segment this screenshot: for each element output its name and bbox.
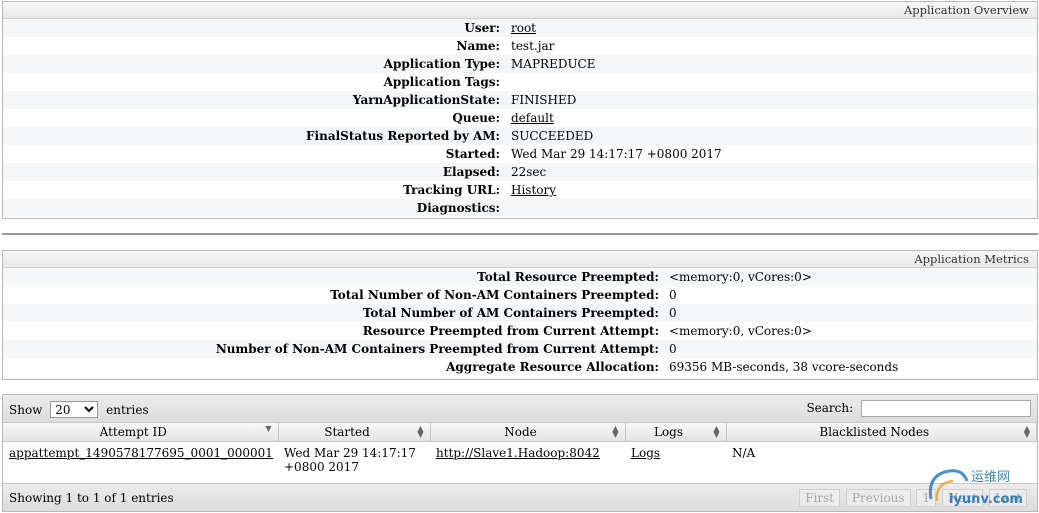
section-divider <box>2 233 1038 235</box>
show-label: Show <box>9 403 43 417</box>
info-label: FinalStatus Reported by AM: <box>306 129 500 143</box>
info-label: User: <box>464 21 500 35</box>
application-overview-info: User: root Name: test.jar Application Type: M… <box>3 19 1037 217</box>
table-header-row: Attempt ID ▼ Started ▲ ▼ Node ▲ ▼ Logs ▲ ▼ Blac… <box>3 423 1037 442</box>
info-row: Application Tags: <box>3 73 1037 91</box>
sort-both-icon: ▲ ▼ <box>713 424 720 439</box>
info-label: YarnApplicationState: <box>352 93 500 107</box>
info-row: Diagnostics: <box>3 199 1037 217</box>
logs-link[interactable]: Logs <box>631 446 660 460</box>
attempts-table: Attempt ID ▼ Started ▲ ▼ Node ▲ ▼ Logs ▲ ▼ Blac… <box>3 423 1037 478</box>
info-value-link[interactable]: History <box>511 181 556 199</box>
site-watermark: 运维网 iyunv.com <box>928 469 1023 507</box>
application-metrics-panel: Application Metrics Total Resource Preem… <box>2 250 1038 380</box>
info-label: Total Number of Non-AM Containers Preemp… <box>330 288 659 302</box>
started-cell: Wed Mar 29 14:17:17 +0800 2017 <box>284 445 416 474</box>
column-header-label: Node <box>504 424 537 439</box>
info-value: 22sec <box>511 165 547 179</box>
attempt-id-link[interactable]: appattempt_1490578177695_0001_000001 <box>9 446 273 460</box>
node-link[interactable]: http://Slave1.Hadoop:8042 <box>436 446 600 460</box>
info-row: FinalStatus Reported by AM: SUCCEEDED <box>3 127 1037 145</box>
column-header-blacklisted-nodes[interactable]: Blacklisted Nodes ▲ ▼ <box>726 423 1037 442</box>
info-label: Started: <box>445 147 500 161</box>
info-row: User: root <box>3 19 1037 37</box>
info-value: FINISHED <box>511 93 577 107</box>
info-value-link[interactable]: root <box>511 19 536 37</box>
column-header-label: Started <box>324 424 370 439</box>
info-label: Elapsed: <box>442 165 500 179</box>
info-value: <memory:0, vCores:0> <box>669 270 812 284</box>
sort-both-icon: ▲ ▼ <box>612 424 619 439</box>
sort-desc-icon: ▼ <box>265 424 272 433</box>
info-row: YarnApplicationState: FINISHED <box>3 91 1037 109</box>
info-row: Total Number of Non-AM Containers Preemp… <box>3 286 1037 304</box>
column-header-attempt-id[interactable]: Attempt ID ▼ <box>3 423 279 442</box>
info-value: 69356 MB-seconds, 38 vcore-seconds <box>669 360 899 374</box>
table-info: Showing 1 to 1 of 1 entries <box>9 491 174 505</box>
info-value: test.jar <box>511 39 555 53</box>
info-row: Started: Wed Mar 29 14:17:17 +0800 2017 <box>3 145 1037 163</box>
info-row: Name: test.jar <box>3 37 1037 55</box>
info-label: Aggregate Resource Allocation: <box>446 360 659 374</box>
info-value: 0 <box>669 306 677 320</box>
column-header-label: Logs <box>653 424 684 439</box>
search-control: Search: <box>806 400 1031 417</box>
info-row: Tracking URL: History <box>3 181 1037 199</box>
info-value-link[interactable]: default <box>511 109 554 127</box>
entries-label: entries <box>106 403 149 417</box>
watermark-cn: 运维网 <box>971 470 1010 485</box>
application-overview-title: Application Overview <box>3 2 1037 19</box>
attempts-table-panel: Show 20 entries Search: Attempt ID ▼ Star… <box>2 394 1038 512</box>
column-header-node[interactable]: Node ▲ ▼ <box>430 423 626 442</box>
table-toolbar: Show 20 entries Search: <box>3 395 1037 423</box>
info-value: Wed Mar 29 14:17:17 +0800 2017 <box>511 147 722 161</box>
info-label: Queue: <box>452 111 500 125</box>
search-input[interactable] <box>861 400 1031 417</box>
table-footer: Showing 1 to 1 of 1 entries First Previo… <box>3 483 1037 511</box>
application-overview-panel: Application Overview User: root Name: test.… <box>2 1 1038 219</box>
info-label: Total Number of AM Containers Preempted: <box>362 306 659 320</box>
info-row: Queue: default <box>3 109 1037 127</box>
info-value: SUCCEEDED <box>511 129 594 143</box>
column-header-started[interactable]: Started ▲ ▼ <box>278 423 431 442</box>
logs-cell: Logs <box>625 441 726 478</box>
info-label: Number of Non-AM Containers Preempted fr… <box>215 342 659 356</box>
info-value: 0 <box>669 342 677 356</box>
info-label: Resource Preempted from Current Attempt: <box>362 324 659 338</box>
info-row: Number of Non-AM Containers Preempted fr… <box>3 340 1037 358</box>
node-cell: http://Slave1.Hadoop:8042 <box>430 441 625 478</box>
attempt-id-cell: appattempt_1490578177695_0001_000001 <box>3 441 278 478</box>
search-label: Search: <box>806 401 854 415</box>
info-value: <memory:0, vCores:0> <box>669 324 812 338</box>
info-row: Application Type: MAPREDUCE <box>3 55 1037 73</box>
page-length-select[interactable]: 20 <box>50 401 99 418</box>
info-label: Application Type: <box>383 57 500 71</box>
column-header-logs[interactable]: Logs ▲ ▼ <box>625 423 727 442</box>
first-page-button[interactable]: First <box>799 489 841 507</box>
info-label: Application Tags: <box>383 75 500 89</box>
info-row: Resource Preempted from Current Attempt:… <box>3 322 1037 340</box>
previous-page-button[interactable]: Previous <box>845 489 911 507</box>
column-header-label: Blacklisted Nodes <box>819 424 930 439</box>
application-metrics-info: Total Resource Preempted: <memory:0, vCor… <box>3 268 1037 376</box>
sort-both-icon: ▲ ▼ <box>417 424 424 439</box>
info-value: MAPREDUCE <box>511 57 596 71</box>
watermark-url: iyunv.com <box>949 492 1023 507</box>
info-label: Total Resource Preempted: <box>477 270 659 284</box>
info-label: Diagnostics: <box>416 201 500 215</box>
sort-both-icon: ▲ ▼ <box>1023 424 1030 439</box>
info-row: Elapsed: 22sec <box>3 163 1037 181</box>
info-row: Aggregate Resource Allocation: 69356 MB-s… <box>3 358 1037 376</box>
application-metrics-title: Application Metrics <box>3 251 1037 268</box>
info-row: Total Number of AM Containers Preempted:… <box>3 304 1037 322</box>
info-row: Total Resource Preempted: <memory:0, vCor… <box>3 268 1037 286</box>
info-value: 0 <box>669 288 677 302</box>
table-row: appattempt_1490578177695_0001_000001 Wed… <box>3 441 1037 478</box>
column-header-label: Attempt ID <box>99 424 167 439</box>
page-length-control: Show 20 entries <box>9 401 149 418</box>
info-label: Tracking URL: <box>403 183 500 197</box>
info-label: Name: <box>456 39 500 53</box>
